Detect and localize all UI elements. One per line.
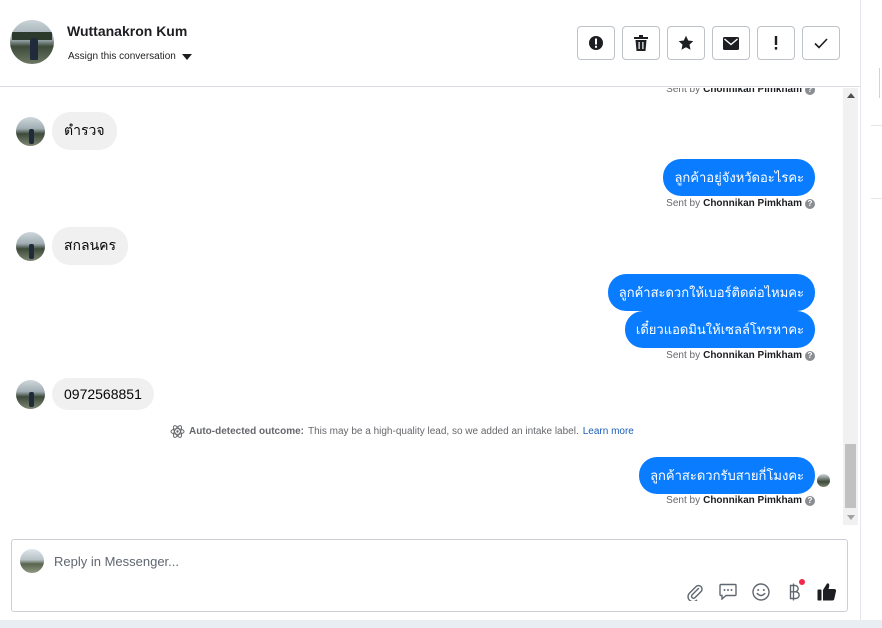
thread-scrollbar[interactable] xyxy=(843,88,858,525)
contact-name[interactable]: Wuttanakron Kum xyxy=(67,23,187,39)
help-icon[interactable]: ? xyxy=(805,198,815,209)
follow-up-button[interactable] xyxy=(757,26,795,60)
attachment-button[interactable] xyxy=(684,581,705,602)
star-button[interactable] xyxy=(667,26,705,60)
incoming-message-row: 0972568851 xyxy=(16,378,154,410)
emoji-icon xyxy=(751,582,770,601)
incoming-message-bubble[interactable]: 0972568851 xyxy=(52,378,154,410)
incoming-message-row: สกลนคร xyxy=(16,227,129,265)
page-footer-band xyxy=(0,620,882,628)
emoji-button[interactable] xyxy=(750,581,771,602)
outgoing-message-bubble[interactable]: เดี๋ยวแอดมินให้เซลล์โทรหาคะ xyxy=(624,311,815,348)
alert-circle-icon xyxy=(589,36,603,50)
like-button[interactable] xyxy=(816,581,837,602)
side-panel-edge xyxy=(860,0,882,628)
inbox-conversation-view: Wuttanakron Kum Assign this conversation xyxy=(0,0,882,628)
sent-by-label: Sent by Chonnikan Pimkham ? xyxy=(666,350,815,361)
mark-spam-button[interactable] xyxy=(577,26,615,60)
sent-by-label: Sent by Chonnikan Pimkham ? xyxy=(666,88,815,95)
help-icon[interactable]: ? xyxy=(805,88,815,95)
message-thread[interactable]: Sent by Chonnikan Pimkham ? ตำรวจ ลูกค้า… xyxy=(0,88,843,525)
auto-detected-label: Auto-detected outcome: xyxy=(189,426,304,437)
learn-more-link[interactable]: Learn more xyxy=(583,426,634,437)
baht-payment-icon xyxy=(789,583,800,600)
trash-icon xyxy=(634,35,648,51)
composer-actions xyxy=(684,579,837,602)
auto-detected-outcome-notice: Auto-detected outcome: This may be a hig… xyxy=(170,424,634,439)
conversation-toolbar xyxy=(577,26,840,60)
star-icon xyxy=(678,35,694,50)
mark-done-button[interactable] xyxy=(802,26,840,60)
auto-detected-text: This may be a high-quality lead, so we a… xyxy=(308,426,579,437)
seen-by-avatar xyxy=(817,474,830,487)
conversation-panel: Wuttanakron Kum Assign this conversation xyxy=(0,0,860,620)
sent-by-label: Sent by Chonnikan Pimkham ? xyxy=(666,495,815,506)
incoming-message-row: ตำรวจ xyxy=(16,112,117,150)
envelope-icon xyxy=(723,36,739,50)
atom-icon xyxy=(170,425,185,438)
thumbs-up-icon xyxy=(817,583,836,601)
help-icon[interactable]: ? xyxy=(805,350,815,361)
saved-reply-icon xyxy=(718,583,737,600)
check-icon xyxy=(814,37,828,49)
caret-down-icon xyxy=(181,53,192,60)
sent-by-label: Sent by Chonnikan Pimkham ? xyxy=(666,198,815,209)
scroll-up-arrow-icon[interactable] xyxy=(847,93,855,98)
outgoing-message-bubble[interactable]: ลูกค้าสะดวกรับสายกี่โมงคะ xyxy=(639,457,815,494)
assign-conversation-dropdown[interactable]: Assign this conversation xyxy=(68,51,192,62)
mark-unread-button[interactable] xyxy=(712,26,750,60)
contact-avatar[interactable] xyxy=(10,20,54,64)
incoming-message-bubble[interactable]: ตำรวจ xyxy=(52,112,117,150)
saved-replies-button[interactable] xyxy=(717,581,738,602)
incoming-message-bubble[interactable]: สกลนคร xyxy=(52,227,129,265)
contact-avatar-small[interactable] xyxy=(16,231,45,261)
contact-avatar-small[interactable] xyxy=(16,116,45,146)
scrollbar-thumb[interactable] xyxy=(845,444,856,508)
payment-button[interactable] xyxy=(783,579,805,602)
outgoing-message-bubble[interactable]: ลูกค้าอยู่จังหวัดอะไรคะ xyxy=(663,159,815,196)
scroll-down-arrow-icon[interactable] xyxy=(847,515,855,520)
attachment-icon xyxy=(686,584,703,601)
conversation-header: Wuttanakron Kum Assign this conversation xyxy=(0,0,860,87)
reply-input[interactable] xyxy=(54,550,654,572)
contact-avatar-small[interactable] xyxy=(16,379,45,409)
reply-composer xyxy=(11,539,848,612)
delete-button[interactable] xyxy=(622,26,660,60)
exclamation-icon xyxy=(774,36,778,50)
help-icon[interactable]: ? xyxy=(805,495,815,506)
notification-dot xyxy=(799,579,805,585)
outgoing-message-bubble[interactable]: ลูกค้าสะดวกให้เบอร์ติดต่อไหมคะ xyxy=(607,274,815,311)
page-avatar xyxy=(20,549,44,573)
assign-label: Assign this conversation xyxy=(68,51,176,62)
